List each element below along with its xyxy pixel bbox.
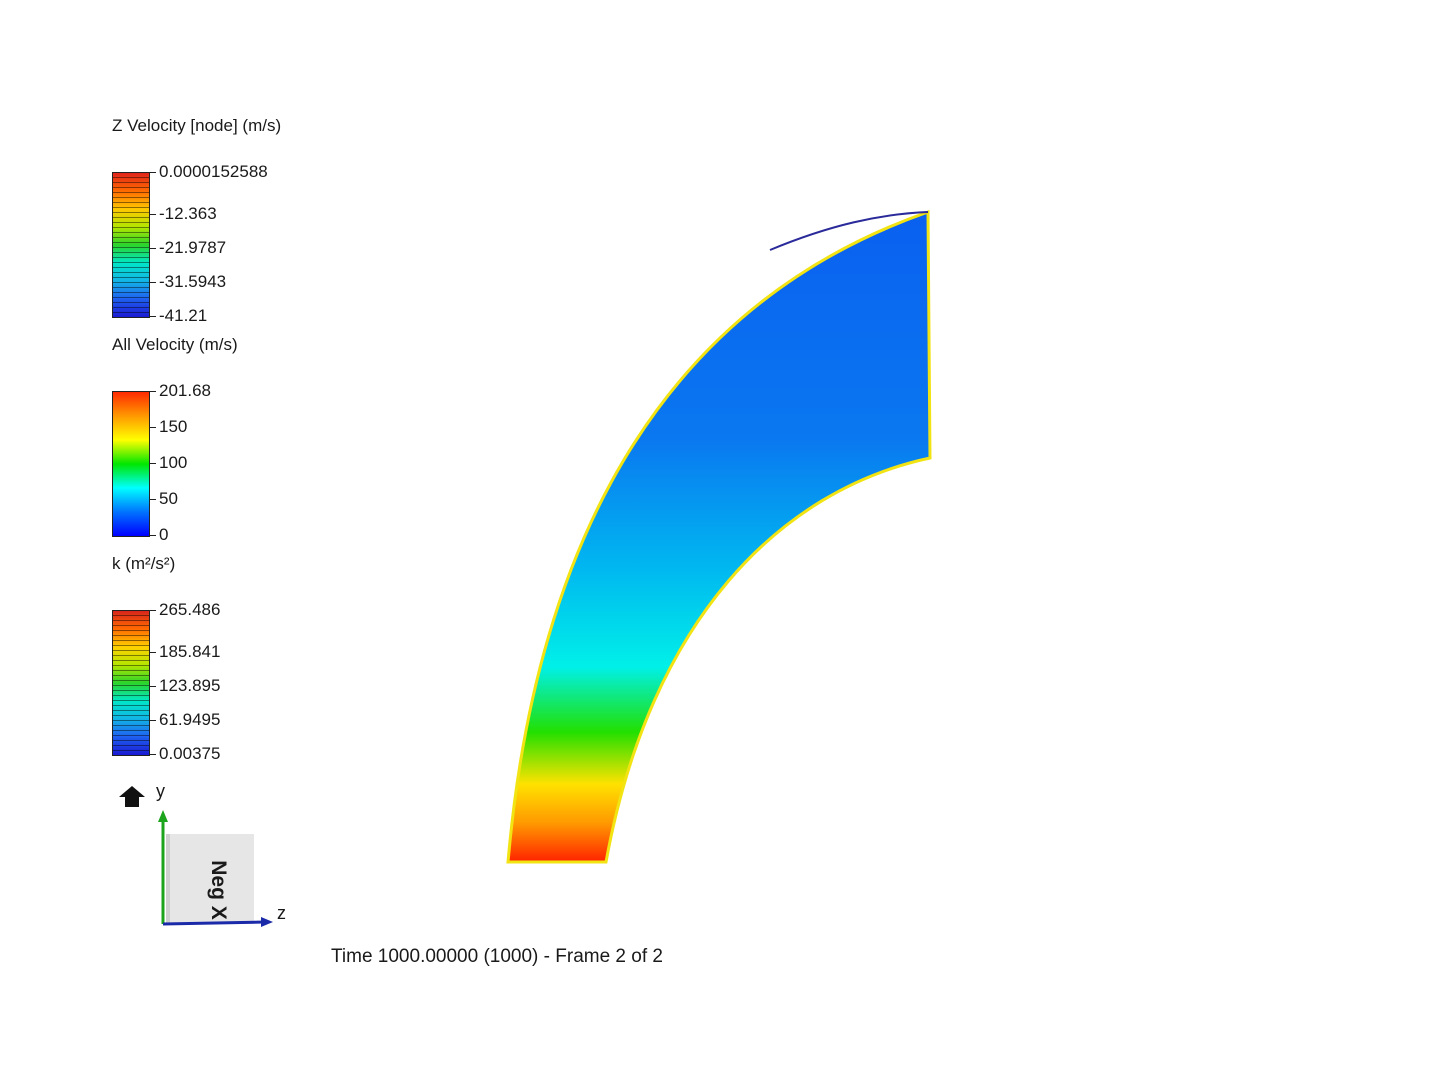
colorbar-tick-label: 0 xyxy=(159,525,169,544)
colorbar xyxy=(112,610,150,756)
z-axis-label: z xyxy=(277,903,286,923)
colorbar-tick-label: 0.00375 xyxy=(159,744,221,763)
colorbar-tick xyxy=(150,652,156,653)
colorbar-tick xyxy=(150,248,156,249)
colorbar-tick xyxy=(150,720,156,721)
legend-title: Z Velocity [node] (m/s) xyxy=(112,116,282,135)
time-frame-label: Time 1000.00000 (1000) - Frame 2 of 2 xyxy=(331,946,663,967)
cube-face-label: Neg X xyxy=(207,860,230,920)
colorbar-tick xyxy=(150,391,156,392)
orientation-triad[interactable]: Neg X y z xyxy=(150,781,300,935)
colorbar-tick-label: 61.9495 xyxy=(159,710,221,729)
colorbar-tick-label: 265.486 xyxy=(159,600,221,619)
y-axis-arrow xyxy=(158,810,168,822)
colorbar-tick-label: 201.68 xyxy=(159,381,211,400)
colorbar-tick-label: 100 xyxy=(159,453,188,472)
colorbar-tick-label: -12.363 xyxy=(159,204,217,223)
colorbar-tick xyxy=(150,214,156,215)
colorbar-tick xyxy=(150,172,156,173)
colorbar-tick-label: -41.21 xyxy=(159,306,208,325)
colorbar xyxy=(112,172,150,318)
colorbar-tick xyxy=(150,499,156,500)
colorbar-tick-label: 50 xyxy=(159,489,178,508)
colorbar-tick-label: 150 xyxy=(159,417,188,436)
colorbar-tick-label: 0.0000152588 xyxy=(159,162,268,181)
colorbar-tick-label: 123.895 xyxy=(159,676,221,695)
colorbar-tick-label: -21.9787 xyxy=(159,238,227,257)
colorbar-tick-label: 185.841 xyxy=(159,642,221,661)
z-axis-arrow xyxy=(261,917,273,927)
colorbar-tick xyxy=(150,610,156,611)
colorbar-tick xyxy=(150,316,156,317)
legend-title: k (m²/s²) xyxy=(112,554,176,573)
home-icon[interactable] xyxy=(118,785,146,809)
legend-title: All Velocity (m/s) xyxy=(112,335,238,354)
colorbar-tick xyxy=(150,463,156,464)
colorbar-tick xyxy=(150,686,156,687)
colorbar-tick xyxy=(150,754,156,755)
contour-surface[interactable] xyxy=(506,209,932,864)
colorbar-tick xyxy=(150,282,156,283)
y-axis-label: y xyxy=(156,781,165,801)
colorbar-tick xyxy=(150,535,156,536)
colorbar xyxy=(112,391,150,537)
colorbar-tick xyxy=(150,427,156,428)
colorbar-tick-label: -31.5943 xyxy=(159,272,227,291)
